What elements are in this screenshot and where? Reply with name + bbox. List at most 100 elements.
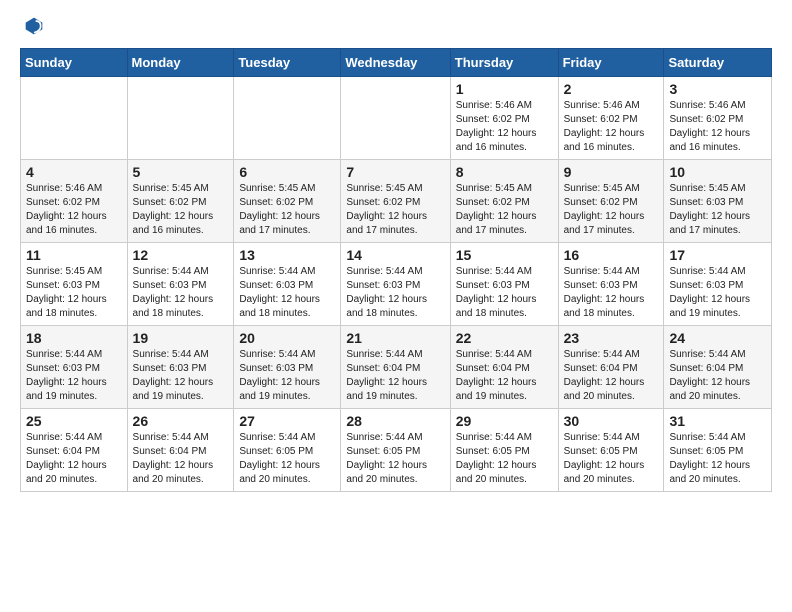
weekday-header-tuesday: Tuesday [234,49,341,77]
day-info: Sunrise: 5:44 AM Sunset: 6:03 PM Dayligh… [669,265,766,321]
day-number: 2 [564,81,659,97]
day-info: Sunrise: 5:44 AM Sunset: 6:03 PM Dayligh… [239,348,335,404]
day-info: Sunrise: 5:44 AM Sunset: 6:04 PM Dayligh… [456,348,553,404]
weekday-header-friday: Friday [558,49,664,77]
day-info: Sunrise: 5:45 AM Sunset: 6:03 PM Dayligh… [26,265,122,321]
weekday-header-thursday: Thursday [450,49,558,77]
day-cell [341,77,450,160]
day-info: Sunrise: 5:45 AM Sunset: 6:02 PM Dayligh… [346,182,444,238]
day-cell: 15 Sunrise: 5:44 AM Sunset: 6:03 PM Dayli… [450,243,558,326]
day-cell: 28 Sunrise: 5:44 AM Sunset: 6:05 PM Dayli… [341,409,450,492]
header [20,16,772,36]
day-info: Sunrise: 5:46 AM Sunset: 6:02 PM Dayligh… [456,99,553,155]
day-number: 30 [564,413,659,429]
day-info: Sunrise: 5:45 AM Sunset: 6:02 PM Dayligh… [456,182,553,238]
day-number: 20 [239,330,335,346]
day-cell: 5 Sunrise: 5:45 AM Sunset: 6:02 PM Daylig… [127,160,234,243]
day-number: 5 [133,164,229,180]
day-number: 29 [456,413,553,429]
day-cell: 25 Sunrise: 5:44 AM Sunset: 6:04 PM Dayli… [21,409,128,492]
day-info: Sunrise: 5:44 AM Sunset: 6:03 PM Dayligh… [133,348,229,404]
day-info: Sunrise: 5:44 AM Sunset: 6:05 PM Dayligh… [346,431,444,487]
day-info: Sunrise: 5:44 AM Sunset: 6:03 PM Dayligh… [239,265,335,321]
day-cell: 24 Sunrise: 5:44 AM Sunset: 6:04 PM Dayli… [664,326,772,409]
day-cell: 6 Sunrise: 5:45 AM Sunset: 6:02 PM Daylig… [234,160,341,243]
day-cell: 4 Sunrise: 5:46 AM Sunset: 6:02 PM Daylig… [21,160,128,243]
day-cell: 26Sunrise: 5:44 AM Sunset: 6:04 PM Dayli… [127,409,234,492]
day-info: Sunrise: 5:44 AM Sunset: 6:05 PM Dayligh… [564,431,659,487]
day-cell: 20 Sunrise: 5:44 AM Sunset: 6:03 PM Dayli… [234,326,341,409]
day-number: 24 [669,330,766,346]
day-number: 31 [669,413,766,429]
day-info: Sunrise: 5:44 AM Sunset: 6:05 PM Dayligh… [239,431,335,487]
day-number: 10 [669,164,766,180]
day-number: 4 [26,164,122,180]
day-cell: 31 Sunrise: 5:44 AM Sunset: 6:05 PM Dayli… [664,409,772,492]
day-cell: 29 Sunrise: 5:44 AM Sunset: 6:05 PM Dayli… [450,409,558,492]
day-number: 7 [346,164,444,180]
day-cell [234,77,341,160]
day-cell: 3 Sunrise: 5:46 AM Sunset: 6:02 PM Daylig… [664,77,772,160]
day-info: Sunrise: 5:44 AM Sunset: 6:05 PM Dayligh… [456,431,553,487]
day-info: Sunrise: 5:44 AM Sunset: 6:03 PM Dayligh… [564,265,659,321]
day-info: Sunrise: 5:44 AM Sunset: 6:04 PM Dayligh… [133,431,229,487]
day-cell: 18 Sunrise: 5:44 AM Sunset: 6:03 PM Dayli… [21,326,128,409]
day-number: 21 [346,330,444,346]
day-cell: 19Sunrise: 5:44 AM Sunset: 6:03 PM Dayli… [127,326,234,409]
day-info: Sunrise: 5:44 AM Sunset: 6:04 PM Dayligh… [564,348,659,404]
day-info: Sunrise: 5:46 AM Sunset: 6:02 PM Dayligh… [26,182,122,238]
weekday-header-saturday: Saturday [664,49,772,77]
day-cell: 16 Sunrise: 5:44 AM Sunset: 6:03 PM Dayli… [558,243,664,326]
day-info: Sunrise: 5:46 AM Sunset: 6:02 PM Dayligh… [669,99,766,155]
day-cell: 27 Sunrise: 5:44 AM Sunset: 6:05 PM Dayli… [234,409,341,492]
day-number: 23 [564,330,659,346]
week-row-3: 11 Sunrise: 5:45 AM Sunset: 6:03 PM Dayli… [21,243,772,326]
day-info: Sunrise: 5:45 AM Sunset: 6:02 PM Dayligh… [239,182,335,238]
day-info: Sunrise: 5:45 AM Sunset: 6:02 PM Dayligh… [133,182,229,238]
day-cell: 30 Sunrise: 5:44 AM Sunset: 6:05 PM Dayli… [558,409,664,492]
day-cell: 14Sunrise: 5:44 AM Sunset: 6:03 PM Dayli… [341,243,450,326]
day-number: 22 [456,330,553,346]
weekday-header-sunday: Sunday [21,49,128,77]
day-info: Sunrise: 5:44 AM Sunset: 6:03 PM Dayligh… [456,265,553,321]
day-cell: 9Sunrise: 5:45 AM Sunset: 6:02 PM Daylig… [558,160,664,243]
day-number: 25 [26,413,122,429]
week-row-1: 1Sunrise: 5:46 AM Sunset: 6:02 PM Daylig… [21,77,772,160]
day-number: 28 [346,413,444,429]
day-info: Sunrise: 5:44 AM Sunset: 6:03 PM Dayligh… [26,348,122,404]
week-row-2: 4 Sunrise: 5:46 AM Sunset: 6:02 PM Daylig… [21,160,772,243]
day-number: 9 [564,164,659,180]
calendar: SundayMondayTuesdayWednesdayThursdayFrid… [20,48,772,492]
day-number: 12 [133,247,229,263]
weekday-header-monday: Monday [127,49,234,77]
day-number: 15 [456,247,553,263]
day-cell: 22 Sunrise: 5:44 AM Sunset: 6:04 PM Dayli… [450,326,558,409]
logo [20,16,44,36]
day-cell: 23 Sunrise: 5:44 AM Sunset: 6:04 PM Dayli… [558,326,664,409]
day-cell: 12 Sunrise: 5:44 AM Sunset: 6:03 PM Dayli… [127,243,234,326]
weekday-header-wednesday: Wednesday [341,49,450,77]
week-row-5: 25 Sunrise: 5:44 AM Sunset: 6:04 PM Dayli… [21,409,772,492]
day-cell [21,77,128,160]
day-number: 11 [26,247,122,263]
day-info: Sunrise: 5:44 AM Sunset: 6:05 PM Dayligh… [669,431,766,487]
day-cell: 11 Sunrise: 5:45 AM Sunset: 6:03 PM Dayli… [21,243,128,326]
day-number: 16 [564,247,659,263]
day-cell: 7 Sunrise: 5:45 AM Sunset: 6:02 PM Daylig… [341,160,450,243]
day-info: Sunrise: 5:45 AM Sunset: 6:03 PM Dayligh… [669,182,766,238]
day-info: Sunrise: 5:44 AM Sunset: 6:04 PM Dayligh… [346,348,444,404]
weekday-header-row: SundayMondayTuesdayWednesdayThursdayFrid… [21,49,772,77]
day-info: Sunrise: 5:44 AM Sunset: 6:04 PM Dayligh… [669,348,766,404]
day-info: Sunrise: 5:44 AM Sunset: 6:04 PM Dayligh… [26,431,122,487]
day-number: 18 [26,330,122,346]
day-number: 17 [669,247,766,263]
day-cell: 2Sunrise: 5:46 AM Sunset: 6:02 PM Daylig… [558,77,664,160]
day-number: 3 [669,81,766,97]
week-row-4: 18 Sunrise: 5:44 AM Sunset: 6:03 PM Dayli… [21,326,772,409]
day-number: 6 [239,164,335,180]
day-number: 27 [239,413,335,429]
day-cell: 8Sunrise: 5:45 AM Sunset: 6:02 PM Daylig… [450,160,558,243]
day-cell: 13Sunrise: 5:44 AM Sunset: 6:03 PM Dayli… [234,243,341,326]
day-info: Sunrise: 5:44 AM Sunset: 6:03 PM Dayligh… [133,265,229,321]
day-cell: 10 Sunrise: 5:45 AM Sunset: 6:03 PM Dayli… [664,160,772,243]
